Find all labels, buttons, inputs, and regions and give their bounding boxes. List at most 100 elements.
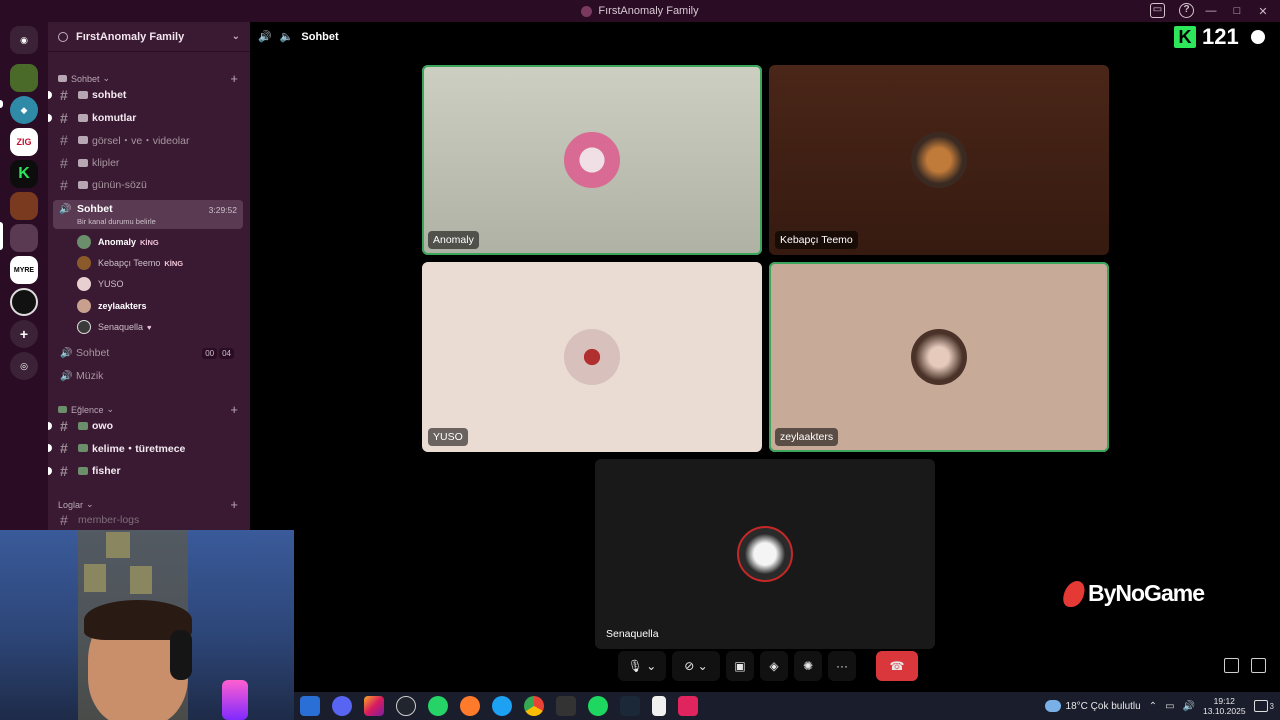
channel-gorsel[interactable]: # görsel・ve・videolar [54,130,242,150]
clock[interactable]: 19:12 13.10.2025 [1203,696,1246,716]
help-icon[interactable]: ? [1179,3,1194,18]
channel-member-logs[interactable]: # member-logs [54,510,242,530]
server-icon-4[interactable] [10,192,38,220]
camera-button[interactable]: ⊘ ⌄ [672,651,720,681]
taskbar-app-explorer[interactable] [300,696,320,716]
window-titlebar: FırstAnomaly Family ▭ ? — □ ✕ [0,0,1280,22]
webcam-poster [84,564,106,592]
weather-widget[interactable]: 18°C Çok bulutlu [1044,700,1141,712]
channel-klipler[interactable]: # klipler [54,153,242,173]
server-icon-6[interactable] [10,288,38,316]
video-tile[interactable]: Kebapçı Teemo [769,65,1109,255]
channel-name: Müzik [76,370,104,382]
add-channel-icon[interactable]: + [230,71,238,86]
taskbar-app-edge[interactable] [492,696,512,716]
inbox-icon[interactable]: ▭ [1150,3,1165,18]
chevron-up-icon[interactable]: ⌃ [1149,701,1157,712]
taskbar-app-valorant[interactable] [678,696,698,716]
voice-member[interactable]: Anomaly KİNG [77,233,159,251]
shield-icon [78,114,88,122]
server-icon-1[interactable] [10,64,38,92]
unread-pill [0,100,3,108]
channel-owo[interactable]: # owo [48,416,242,436]
server-icon-anomaly[interactable] [10,224,38,252]
maximize-button[interactable]: □ [1226,5,1248,17]
video-tile[interactable]: YUSO [422,262,762,452]
brand-name: ByNoGame [1088,580,1205,606]
hash-icon: # [60,418,68,434]
screen-share-button[interactable]: ▣ [726,651,754,681]
taskbar-app-chrome[interactable] [524,696,544,716]
close-button[interactable]: ✕ [1252,5,1274,18]
voice-channel-muzik[interactable]: 🔊 Müzik [54,366,242,386]
voice-status[interactable]: Bir kanal durumu belirle [77,217,156,226]
cloud-icon [1044,700,1061,712]
chevron-down-icon: ⌄ [231,31,240,42]
more-icon: ··· [836,659,848,673]
voice-member[interactable]: Kebapçı Teemo KİNG [77,254,183,272]
active-voice-channel[interactable]: 🔊 Sohbet Bir kanal durumu belirle 3:29:5… [53,200,243,229]
chat-bubble-icon[interactable] [1250,30,1265,44]
taskbar-app-whatsapp[interactable] [428,696,448,716]
taskbar-app-steam[interactable] [620,696,640,716]
volume-icon[interactable]: 🔊 [1183,701,1195,712]
fullscreen-icon[interactable] [1251,658,1266,673]
add-channel-icon[interactable]: + [230,402,238,417]
channel-name: sohbet [92,89,127,101]
video-tile[interactable]: zeylaakters [769,262,1109,452]
taskbar-app-discord[interactable] [332,696,352,716]
category-eglence[interactable]: Eğlence ⌄ + [58,402,238,417]
unread-indicator [48,422,52,430]
taskbar-app-obs[interactable] [396,696,416,716]
voice-member[interactable]: zeylaakters [77,297,147,315]
taskbar-app-epic[interactable] [556,696,576,716]
network-icon[interactable]: ▭ [1165,701,1174,712]
discover-icon[interactable]: ◎ [10,352,38,380]
server-icon-2[interactable]: ◆ [10,96,38,124]
channel-sohbet[interactable]: # sohbet [48,85,242,105]
add-server-icon[interactable]: + [10,320,38,348]
notification-count: 3 [1269,701,1274,711]
voice-member[interactable]: YUSO [77,275,124,293]
more-options-button[interactable]: ··· [828,651,856,681]
avatar [737,526,793,582]
channel-komutlar[interactable]: # komutlar [48,108,242,128]
server-icon-kick[interactable]: K [10,160,38,188]
soundboard-button[interactable]: ✺ [794,651,822,681]
channel-gunun-sozu[interactable]: # günün-sözü [54,175,242,195]
channel-sidebar: FırstAnomaly Family ⌄ Sohbet ⌄ + # sohbe… [48,22,250,530]
guild-header[interactable]: FırstAnomaly Family ⌄ [48,22,250,52]
taskbar-app-origin[interactable] [460,696,480,716]
tile-username: Kebapçı Teemo [775,231,858,249]
category-sohbet[interactable]: Sohbet ⌄ + [58,71,238,86]
microphone-button[interactable]: 🎙 ⌄ [618,651,666,681]
hash-icon: # [60,177,68,193]
voice-member[interactable]: Senaquella ♥ [77,318,152,336]
category-label: Loglar [58,499,84,510]
taskbar-app-notepad[interactable] [652,696,666,716]
minimize-button[interactable]: — [1200,5,1222,17]
bynogame-logo [1060,580,1088,607]
gamepad-icon [58,406,67,413]
unread-indicator [48,91,52,99]
server-icon-3[interactable]: ZIG [10,128,38,156]
discord-home-icon[interactable]: ◉ [10,26,38,54]
activities-button[interactable]: ◈ [760,651,788,681]
video-tile[interactable]: Anomaly [422,65,762,255]
disconnect-button[interactable]: ☎ [876,651,918,681]
server-settings-icon [58,31,68,42]
avatar [77,235,91,249]
channel-fisher[interactable]: # fisher [48,461,242,481]
hash-icon: # [60,440,68,456]
voice-channel-sohbet-2[interactable]: 🔊 Sohbet 00 04 [54,343,242,363]
voice-channel-name: Sohbet [77,203,113,215]
channel-kelime[interactable]: # kelime・türetmece [48,438,242,458]
server-icon-5[interactable]: MYRE [10,256,38,284]
video-tile[interactable]: Senaquella [595,459,935,649]
taskbar-app-spotify[interactable] [588,696,608,716]
guild-name: FırstAnomaly Family [76,30,185,43]
popout-icon[interactable] [1224,658,1239,673]
taskbar-app-instagram[interactable] [364,696,384,716]
chevron-down-icon: ⌄ [86,499,94,509]
notification-icon[interactable] [1253,700,1268,712]
